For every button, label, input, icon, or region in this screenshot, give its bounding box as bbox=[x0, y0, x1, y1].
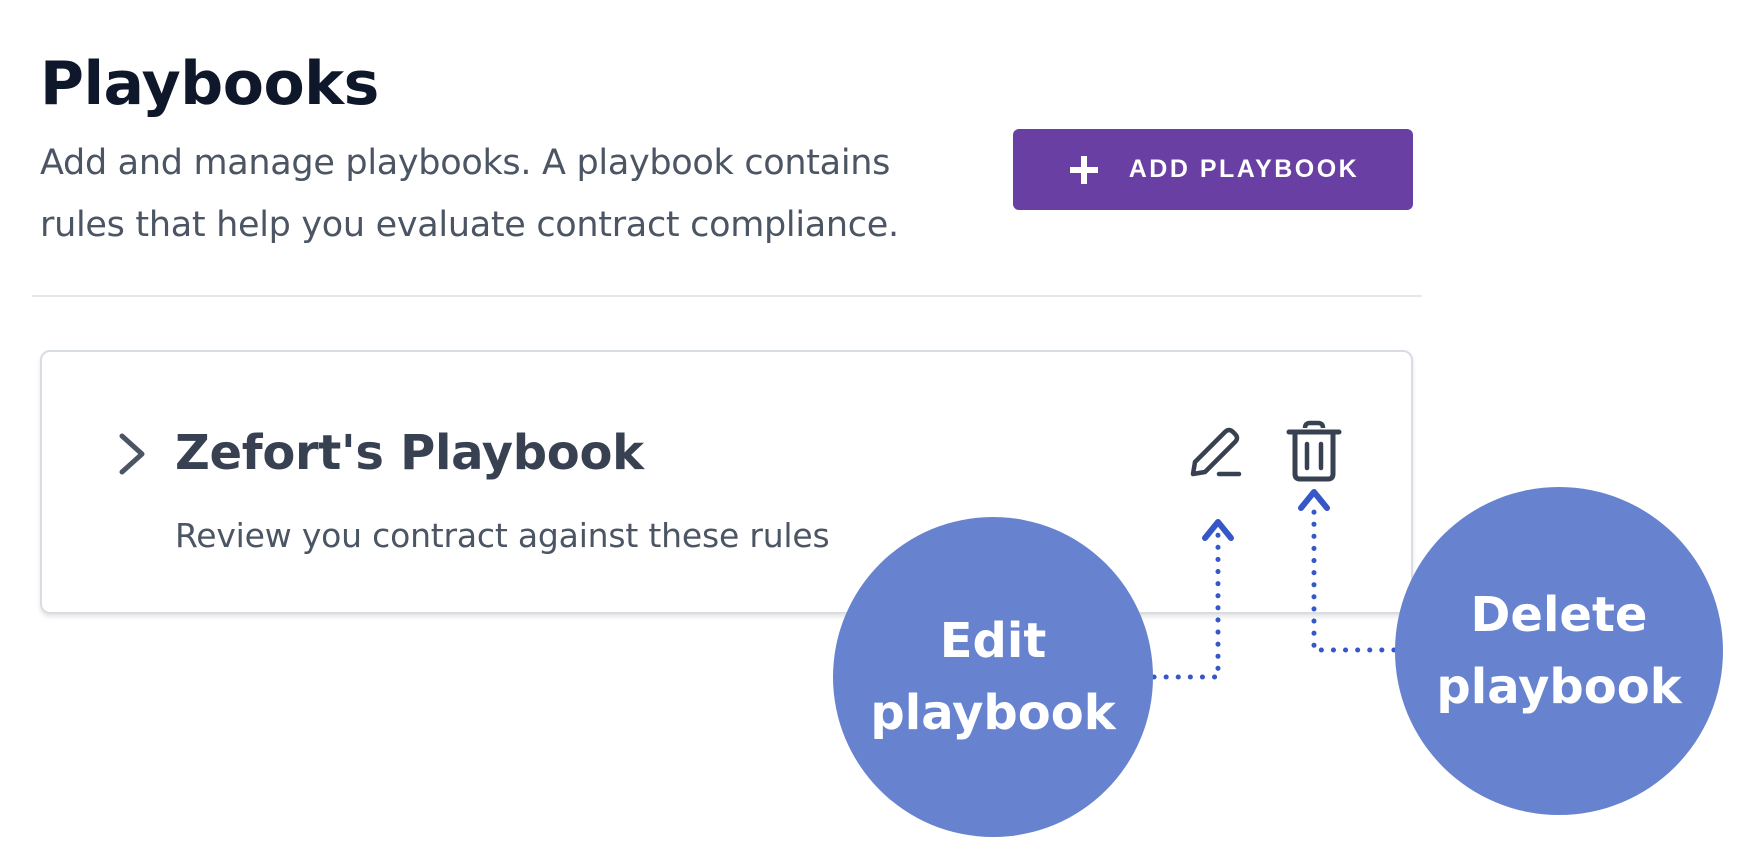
page-title: Playbooks bbox=[40, 49, 379, 119]
add-playbook-button[interactable]: ADD PLAYBOOK bbox=[1013, 129, 1413, 210]
playbook-description: Review you contract against these rules bbox=[175, 516, 830, 555]
chevron-right-icon[interactable] bbox=[114, 430, 150, 478]
delete-callout-label: Delete playbook bbox=[1436, 587, 1682, 715]
add-playbook-label: ADD PLAYBOOK bbox=[1128, 155, 1360, 183]
edit-callout-label: Edit playbook bbox=[870, 613, 1116, 741]
divider bbox=[32, 295, 1422, 297]
edit-callout-bubble: Edit playbook bbox=[833, 517, 1153, 837]
pencil-icon[interactable] bbox=[1185, 422, 1245, 482]
playbook-card: Zefort's Playbook Review you contract ag… bbox=[40, 350, 1413, 614]
delete-callout-bubble: Delete playbook bbox=[1395, 487, 1723, 815]
page-description: Add and manage playbooks. A playbook con… bbox=[40, 143, 899, 245]
playbook-name[interactable]: Zefort's Playbook bbox=[175, 420, 644, 486]
plus-icon bbox=[1069, 155, 1098, 184]
trash-icon[interactable] bbox=[1285, 420, 1343, 482]
